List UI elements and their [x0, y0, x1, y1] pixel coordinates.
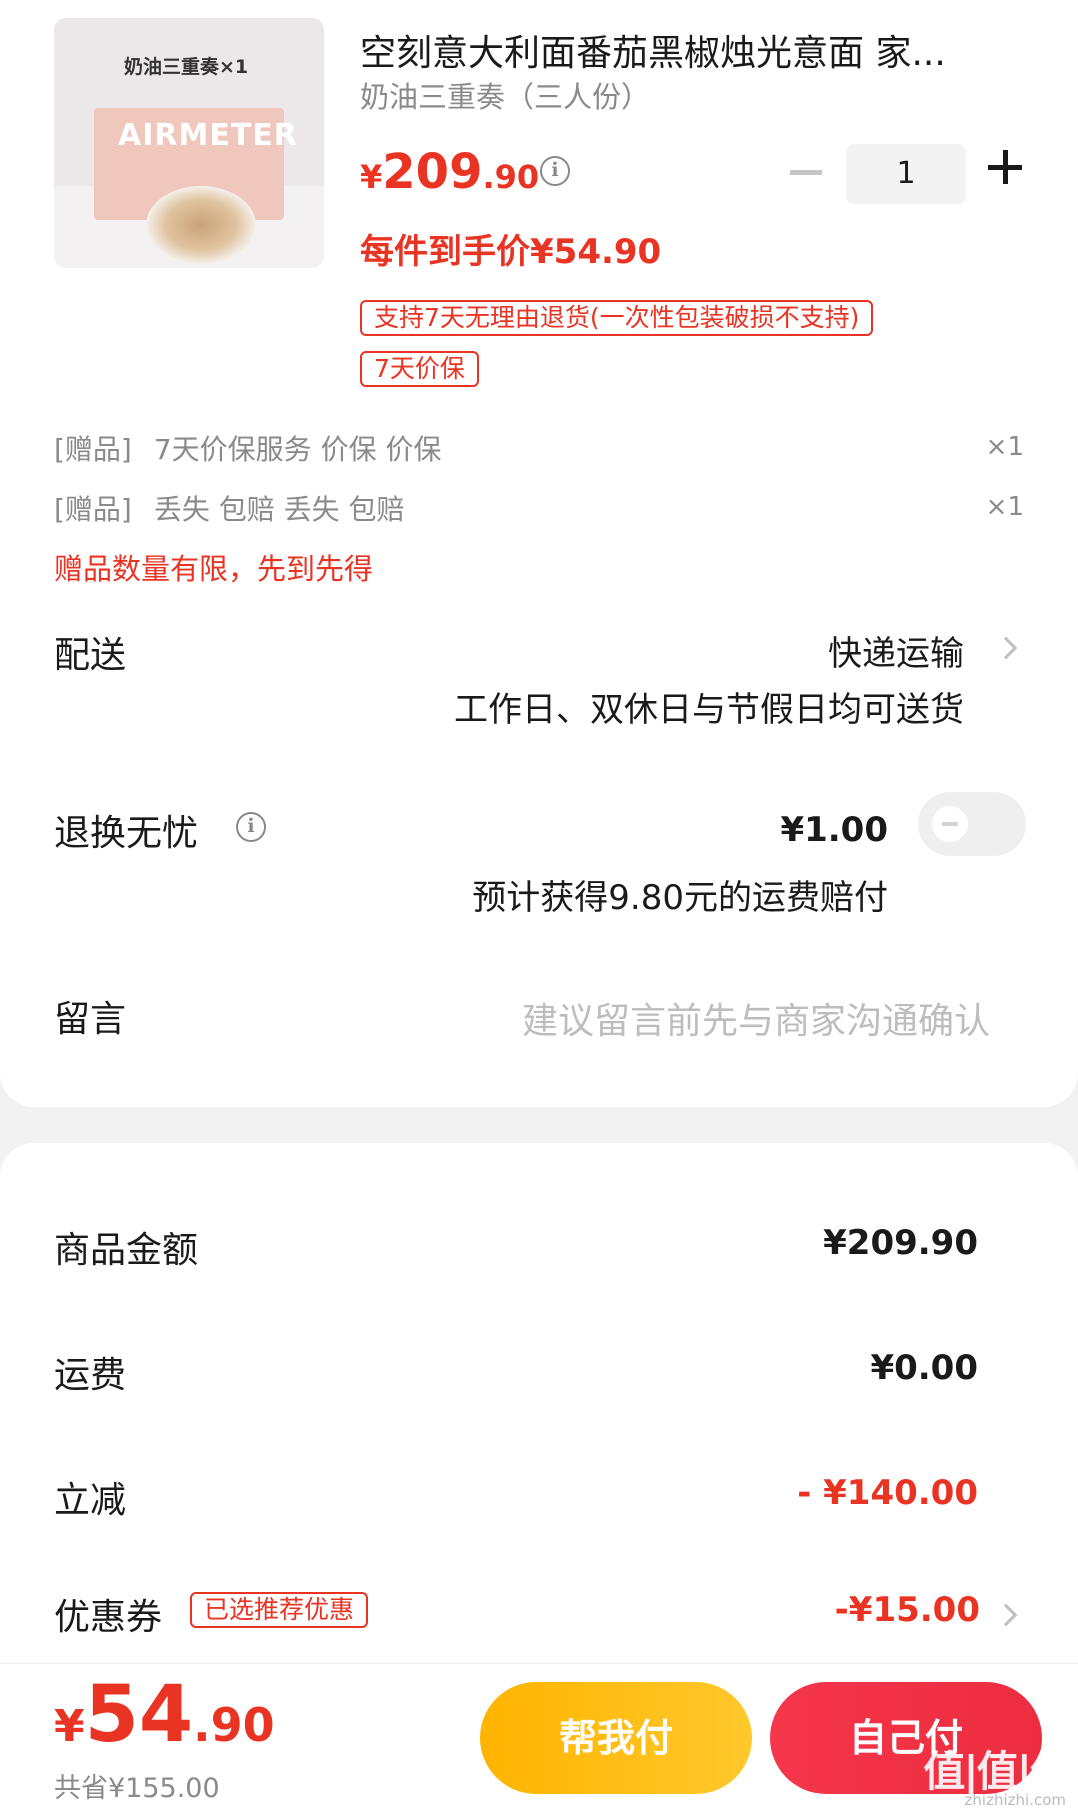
return-service-label: 退换无忧: [54, 813, 199, 854]
goods-amount-value: ¥209.90: [823, 1223, 978, 1263]
product-price: ¥209.90: [360, 144, 539, 200]
return-service-desc: 预计获得9.80元的运费赔付: [472, 878, 888, 918]
return-policy-tag: 支持7天无理由退货(一次性包装破损不支持): [360, 300, 874, 336]
total-integer: 54: [84, 1670, 194, 1760]
gift-tag: [赠品]: [54, 433, 132, 466]
return-service-price: ¥1.00: [780, 810, 888, 850]
unit-price: 每件到手价¥54.90: [360, 232, 662, 272]
toggle-knob: [932, 806, 968, 842]
delivery-schedule: 工作日、双休日与节假日均可送货: [454, 690, 964, 730]
price-currency: ¥: [360, 158, 383, 196]
product-title[interactable]: 空刻意大利面番茄黑椒烛光意面 家...: [360, 24, 1000, 76]
gift-name: 7天价保服务 价保 价保: [153, 433, 442, 466]
brand-logo: AIRMETER: [118, 118, 298, 153]
gift-item: [赠品] 7天价保服务 价保 价保: [54, 428, 441, 468]
watermark-logo: 值|值|值: [923, 1747, 1072, 1796]
return-info-icon[interactable]: i: [236, 812, 266, 842]
total-currency: ¥: [54, 1701, 85, 1752]
message-input[interactable]: 建议留言前先与商家沟通确认: [522, 992, 990, 1044]
quantity-increase-button[interactable]: [988, 150, 1022, 184]
discount-label: 立减: [54, 1480, 127, 1521]
price-decimal: .90: [482, 158, 540, 196]
watermark-url: zhizhizhi.com: [964, 1791, 1066, 1809]
price-info-icon[interactable]: i: [540, 156, 570, 186]
total-saved: 共省¥155.00: [54, 1773, 220, 1804]
message-label: 留言: [54, 999, 127, 1040]
gift-qty: ×1: [985, 432, 1024, 462]
gift-tag: [赠品]: [54, 493, 132, 526]
coupon-tag: 已选推荐优惠: [190, 1592, 369, 1628]
price-integer: 209: [382, 144, 483, 200]
price-protect-tag: 7天价保: [360, 351, 479, 387]
coupon-label: 优惠券: [54, 1597, 163, 1638]
coupon-value[interactable]: -¥15.00: [835, 1590, 980, 1630]
total-decimal: .90: [193, 1698, 275, 1752]
total-price: ¥54.90: [54, 1670, 275, 1760]
delivery-label: 配送: [54, 635, 127, 676]
product-variant[interactable]: 奶油三重奏（三人份）: [360, 74, 650, 116]
goods-amount-label: 商品金额: [54, 1230, 199, 1271]
quantity-input[interactable]: 1: [846, 144, 966, 204]
gift-limit-note: 赠品数量有限，先到先得: [54, 552, 374, 586]
delivery-method[interactable]: 快递运输: [828, 626, 964, 675]
shipping-label: 运费: [54, 1355, 127, 1396]
checkout-bar: ¥54.90 共省¥155.00 帮我付 自己付 值|值|值 zhizhizhi…: [0, 1663, 1078, 1809]
product-image[interactable]: 奶油三重奏×1 AIRMETER: [54, 18, 324, 268]
help-me-pay-button[interactable]: 帮我付: [480, 1682, 752, 1794]
order-item-card: 奶油三重奏×1 AIRMETER 空刻意大利面番茄黑椒烛光意面 家... 奶油三…: [0, 0, 1078, 1107]
gift-qty: ×1: [985, 492, 1024, 522]
return-service-toggle[interactable]: [918, 792, 1026, 856]
chevron-right-icon[interactable]: [994, 1603, 1018, 1627]
shipping-value: ¥0.00: [870, 1348, 978, 1388]
price-summary-card: 商品金额 ¥209.90 运费 ¥0.00 立减 - ¥140.00 优惠券 已…: [0, 1143, 1078, 1663]
quantity-decrease-button[interactable]: [790, 170, 822, 175]
gift-item: [赠品] 丢失 包赔 丢失 包赔: [54, 488, 405, 528]
image-caption: 奶油三重奏×1: [124, 56, 249, 78]
chevron-right-icon[interactable]: [994, 636, 1018, 660]
gift-name: 丢失 包赔 丢失 包赔: [153, 493, 405, 526]
pasta-plate-image: [146, 186, 256, 264]
discount-value: - ¥140.00: [797, 1473, 978, 1513]
